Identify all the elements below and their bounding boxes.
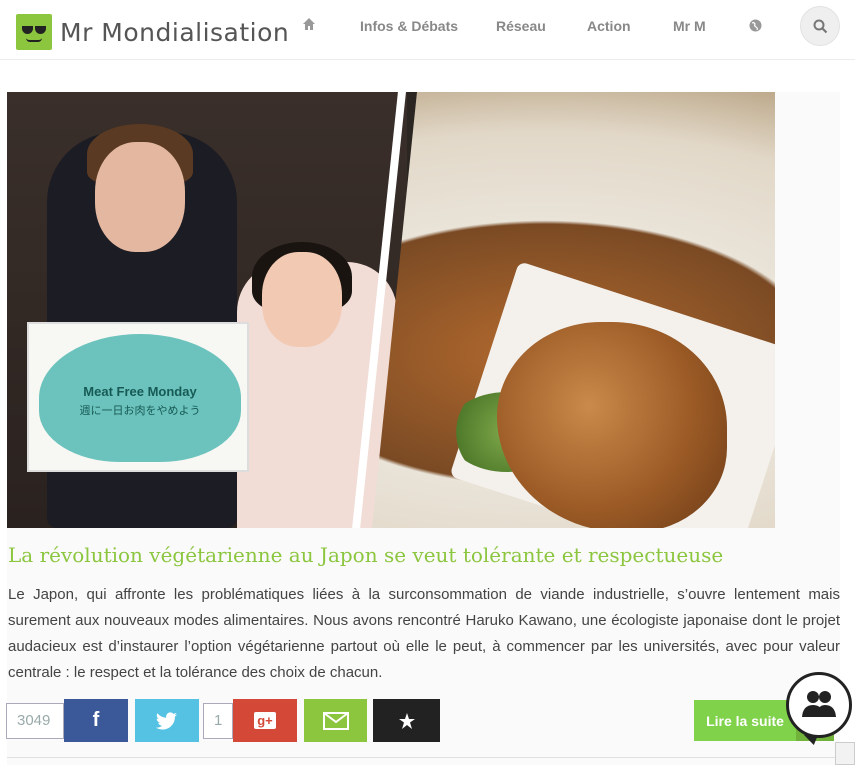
google-plus-icon: g+	[233, 699, 297, 742]
google-plus-share-button[interactable]: g+	[233, 699, 297, 742]
read-more-button[interactable]: Lire la suite	[694, 700, 796, 741]
twitter-share-button[interactable]	[135, 699, 199, 742]
facebook-share-button[interactable]: f	[64, 699, 128, 742]
envelope-icon	[304, 699, 367, 742]
home-icon[interactable]	[302, 17, 316, 31]
site-name: Mr Mondialisation	[60, 17, 290, 47]
community-chat-button[interactable]	[786, 672, 852, 738]
nav-item-infos-debats[interactable]: Infos & Débats	[360, 18, 458, 34]
feedback-icon[interactable]	[835, 742, 855, 765]
article-hero-image[interactable]: Meat Free Monday 週に一日お肉をやめよう	[7, 92, 775, 528]
facebook-icon: f	[92, 709, 100, 731]
meat-free-monday-sign: Meat Free Monday 週に一日お肉をやめよう	[27, 322, 249, 472]
article-title[interactable]: La révolution végétarienne au Japon se v…	[8, 543, 723, 567]
star-icon	[373, 699, 440, 742]
nav-item-reseau[interactable]: Réseau	[496, 18, 546, 34]
photo-people: Meat Free Monday 週に一日お肉をやめよう	[7, 92, 407, 528]
sign-title: Meat Free Monday	[83, 384, 197, 399]
more-share-button[interactable]	[373, 699, 440, 742]
globe-icon[interactable]	[749, 19, 762, 32]
email-share-button[interactable]	[304, 699, 367, 742]
search-icon	[813, 19, 828, 34]
search-button[interactable]	[800, 6, 840, 46]
nav-item-mr-m[interactable]: Mr M	[673, 18, 706, 34]
sign-subtitle: 週に一日お肉をやめよう	[79, 404, 201, 417]
users-icon	[802, 691, 836, 717]
site-logo[interactable]: Mr Mondialisation	[16, 14, 289, 50]
google-share-count: 1	[203, 703, 238, 739]
nav-item-action[interactable]: Action	[587, 18, 631, 34]
article-excerpt: Le Japon, qui affronte les problématique…	[8, 586, 840, 681]
divider	[7, 757, 840, 758]
site-header: Mr Mondialisation Infos & Débats Réseau …	[0, 0, 855, 60]
facebook-share-count: 3049	[6, 703, 69, 739]
logo-face-icon	[16, 14, 52, 50]
twitter-icon	[135, 699, 199, 742]
